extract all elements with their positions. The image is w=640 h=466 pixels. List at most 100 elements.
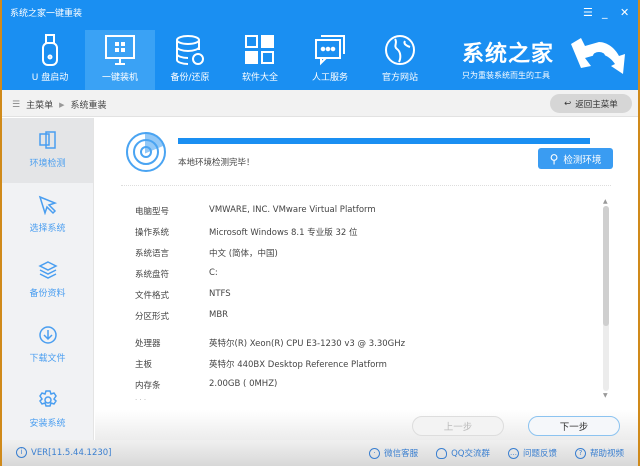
sidebar-label: 选择系统 — [29, 224, 66, 234]
feedback-icon: … — [507, 447, 519, 459]
window-title: 系统之家一键重装 — [10, 9, 83, 19]
nav-one-click-install[interactable]: 一键装机 — [85, 30, 155, 90]
brand-logo-icon — [571, 38, 625, 74]
detection-progress-bar — [178, 138, 590, 144]
search-icon: ⚲ — [549, 151, 559, 166]
sidebar-label: 安装系统 — [29, 419, 66, 429]
step-buttons: 上一步 下一步 — [95, 410, 638, 440]
breadcrumb-current: 系统重装 — [70, 101, 107, 111]
info-key: 分区形式 — [135, 312, 170, 322]
divider — [121, 185, 611, 186]
sidebar-item-env-check[interactable]: 环境检测 — [2, 118, 93, 183]
info-row: 系统语言 中文 (简体，中国) — [135, 247, 405, 268]
sidebar-label: 下载文件 — [29, 354, 66, 364]
footer-link-qq[interactable]: QQ交流群 — [436, 447, 490, 459]
info-value: 英特尔(R) Xeon(R) CPU E3-1230 v3 @ 3.30GHz — [209, 339, 406, 349]
header: 系统之家一键重装 ☰ _ ✕ U 盘启动 一键装机 备份/还原 软件大全 人工服… — [2, 0, 638, 90]
nav-label: 官方网站 — [381, 73, 418, 83]
return-icon: ↩ — [564, 98, 572, 109]
nav-software[interactable]: 软件大全 — [225, 30, 295, 90]
close-icon[interactable]: ✕ — [620, 6, 629, 19]
footer: i VER[11.5.44.1230] · 微信客服 QQ交流群 … 问题反馈 ? 帮… — [2, 440, 638, 466]
nav-label: 人工服务 — [311, 73, 348, 83]
nav-label: 一键装机 — [101, 73, 138, 83]
scrollbar[interactable]: ▲ ▼ — [603, 198, 609, 399]
detect-environment-button[interactable]: ⚲ 检测环境 — [538, 148, 613, 169]
sidebar-label: 备份资料 — [29, 289, 66, 299]
scroll-down-icon[interactable]: ▼ — [603, 392, 608, 399]
layers-icon — [37, 261, 58, 279]
sidebar-label: 环境检测 — [29, 159, 66, 169]
nav-backup-restore[interactable]: 备份/还原 — [155, 30, 225, 90]
wechat-icon: · — [369, 447, 381, 459]
more-indicator: · · · — [135, 396, 147, 404]
main-nav: U 盘启动 一键装机 备份/还原 软件大全 人工服务 官方网站 — [15, 30, 435, 90]
info-row: 内存条 2.00GB ( 0MHZ) — [135, 379, 405, 400]
nav-usb-boot[interactable]: U 盘启动 — [15, 30, 85, 90]
back-label: 返回主菜单 — [575, 99, 618, 110]
prev-step-button[interactable]: 上一步 — [412, 416, 504, 436]
info-value: VMWARE, INC. VMware Virtual Platform — [209, 205, 376, 215]
brand-name: 系统之家 — [462, 42, 555, 67]
info-key: 主板 — [135, 360, 153, 370]
qq-icon — [436, 447, 448, 459]
link-label: QQ交流群 — [451, 449, 490, 459]
version-text: VER[11.5.44.1230] — [31, 447, 112, 458]
sidebar-item-select-system[interactable]: 选择系统 — [2, 183, 93, 248]
version-info: i VER[11.5.44.1230] — [16, 447, 112, 458]
chat-icon — [315, 35, 345, 66]
chevron-right-icon: ▶ — [59, 100, 65, 109]
nav-label: 软件大全 — [241, 73, 278, 83]
info-value: 2.00GB ( 0MHZ) — [209, 379, 278, 389]
nav-label: 备份/还原 — [170, 73, 210, 83]
database-restore-icon — [176, 35, 204, 65]
info-row: 文件格式 NTFS — [135, 289, 405, 310]
footer-link-feedback[interactable]: … 问题反馈 — [507, 447, 557, 459]
monitor-windows-icon — [105, 35, 135, 65]
info-row: 电脑型号 VMWARE, INC. VMware Virtual Platform — [135, 205, 405, 226]
sidebar-item-backup[interactable]: 备份资料 — [2, 248, 93, 313]
breadcrumb-root[interactable]: 主菜单 — [26, 98, 53, 111]
scroll-thumb[interactable] — [603, 206, 609, 326]
footer-link-help[interactable]: ? 帮助视频 — [574, 447, 624, 459]
sidebar-item-download[interactable]: 下载文件 — [2, 313, 93, 378]
info-key: 电脑型号 — [135, 207, 170, 217]
info-value: 英特尔 440BX Desktop Reference Platform — [209, 360, 387, 370]
footer-link-wechat[interactable]: · 微信客服 — [369, 447, 418, 459]
nav-manual-service[interactable]: 人工服务 — [295, 30, 365, 90]
info-value: 中文 (简体，中国) — [209, 249, 278, 259]
nav-official-site[interactable]: 官方网站 — [365, 30, 435, 90]
info-key: 系统语言 — [135, 249, 170, 259]
link-label: 微信客服 — [384, 449, 419, 459]
nav-label: U 盘启动 — [31, 73, 69, 83]
info-row: 处理器 英特尔(R) Xeon(R) CPU E3-1230 v3 @ 3.30G… — [135, 337, 405, 358]
system-info-list: 电脑型号 VMWARE, INC. VMware Virtual Platform… — [135, 205, 405, 400]
info-value: MBR — [209, 310, 229, 320]
menu-icon[interactable]: ☰ — [583, 6, 593, 19]
info-key: 文件格式 — [135, 291, 170, 301]
brand-slogan: 只为重装系统而生的工具 — [462, 71, 550, 80]
link-label: 帮助视频 — [589, 449, 624, 459]
devices-icon — [38, 131, 56, 149]
next-step-button[interactable]: 下一步 — [528, 416, 620, 436]
info-value: C: — [209, 268, 218, 278]
sidebar-item-install[interactable]: 安装系统 — [2, 378, 93, 443]
footer-links: · 微信客服 QQ交流群 … 问题反馈 ? 帮助视频 — [369, 447, 624, 459]
usb-icon — [42, 34, 58, 66]
globe-icon — [385, 35, 415, 65]
content-panel: 本地环境检测完毕！ ⚲ 检测环境 电脑型号 VMWARE, INC. VMware… — [95, 118, 638, 440]
link-label: 问题反馈 — [522, 449, 557, 459]
info-row: 主板 英特尔 440BX Desktop Reference Platform — [135, 358, 405, 379]
toolbar: ☰ 主菜单 ▶ 系统重装 ↩ 返回主菜单 — [2, 90, 638, 117]
minimize-icon[interactable]: _ — [602, 6, 608, 19]
breadcrumb: ☰ 主菜单 ▶ 系统重装 — [12, 98, 107, 112]
sidebar: 环境检测 选择系统 备份资料 下载文件 安装系统 — [2, 118, 94, 440]
info-value: NTFS — [209, 289, 231, 299]
back-to-main-button[interactable]: ↩ 返回主菜单 — [550, 94, 632, 113]
app-window: 系统之家一键重装 ☰ _ ✕ U 盘启动 一键装机 备份/还原 软件大全 人工服… — [0, 0, 640, 466]
cursor-icon — [38, 195, 57, 216]
info-key: 操作系统 — [135, 228, 170, 238]
download-icon — [38, 326, 57, 344]
scroll-up-icon[interactable]: ▲ — [603, 198, 608, 205]
info-key: 系统盘符 — [135, 270, 170, 280]
